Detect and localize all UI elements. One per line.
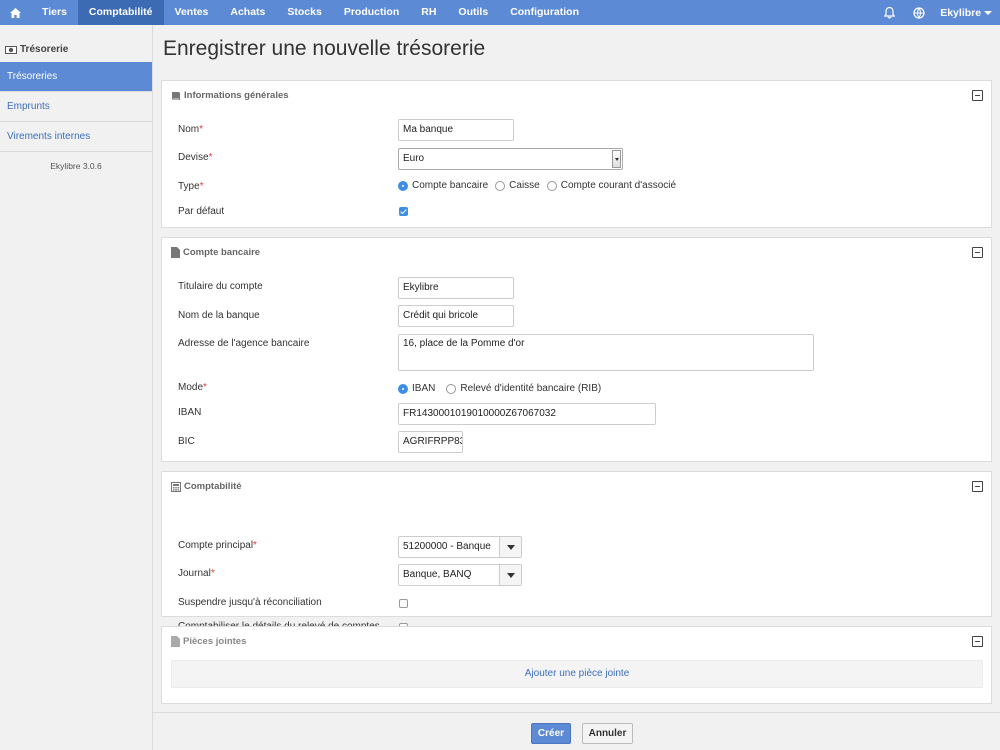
mode-label: Mode* [178,382,207,393]
form-footer-divider [153,712,1000,713]
dropdown-arrow-icon[interactable] [499,565,521,585]
document-icon [171,247,180,258]
panel-title: Informations générales [184,90,289,101]
panel-header: Comptabilité [171,481,242,492]
par-defaut-label: Par défaut [178,206,225,217]
nav-outils[interactable]: Outils [447,0,499,25]
panel-title: Comptabilité [184,481,242,492]
create-button[interactable]: Créer [531,723,571,744]
mode-radio-group: IBAN Relevé d'identité bancaire (RIB) [398,383,608,394]
panel-title: Compte bancaire [183,247,261,258]
type-label: Type* [178,181,204,192]
panel-compte-bancaire: Compte bancaire Titulaire du compte Ekyl… [161,237,992,462]
adresse-label: Adresse de l'agence bancaire [178,338,310,349]
nav-achats[interactable]: Achats [219,0,276,25]
notifications-button[interactable] [874,0,904,25]
radio-selected[interactable] [398,383,408,394]
journal-combobox[interactable]: Banque, BANQ [398,564,522,586]
devise-select[interactable]: Euro [398,148,623,170]
iban-input[interactable]: FR1430001019010000Z67067032 [398,403,656,425]
iban-label: IBAN [178,407,202,418]
type-option-caisse[interactable]: Caisse [495,180,540,191]
radio-unselected[interactable] [446,383,457,394]
nav-stocks[interactable]: Stocks [276,0,332,25]
type-option-compte-courant[interactable]: Compte courant d'associé [546,180,676,191]
collapse-button[interactable] [972,481,983,492]
sidebar-item-tresoreries[interactable]: Trésoreries [0,62,152,92]
panel-header: Pièces jointes [171,636,246,647]
user-name: Ekylibre [940,6,982,19]
panel-comptabilite: Comptabilité Compte principal* 51200000 … [161,471,992,632]
collapse-button[interactable] [972,636,983,647]
home-icon [10,7,21,18]
journal-value: Banque, BANQ [403,569,472,580]
treasury-icon [5,45,17,54]
compte-principal-combobox[interactable]: 51200000 - Banque [398,536,522,558]
nav-right-area: Ekylibre [874,0,1000,25]
nav-configuration[interactable]: Configuration [499,0,590,25]
main-content: Enregistrer une nouvelle trésorerie Info… [153,25,1000,750]
add-attachment-link[interactable]: Ajouter une pièce jointe [171,660,983,688]
nav-comptabilite[interactable]: Comptabilité [77,0,164,25]
titulaire-input[interactable]: Ekylibre [398,277,514,299]
nom-input[interactable]: Ma banque [398,119,514,141]
journal-label: Journal* [178,568,215,579]
bic-input[interactable]: AGRIFRPP83: [398,431,463,453]
adresse-textarea[interactable]: 16, place de la Pomme d'or [398,334,814,371]
nom-banque-input[interactable]: Crédit qui bricole [398,305,514,327]
app-version: Ekylibre 3.0.6 [50,161,102,171]
dropdown-arrow-icon[interactable] [499,537,521,557]
mode-option-rib[interactable]: Relevé d'identité bancaire (RIB) [446,383,601,394]
nom-banque-label: Nom de la banque [178,310,260,321]
sidebar-title: Trésorerie [0,25,152,62]
collapse-button[interactable] [972,90,983,101]
compte-principal-value: 51200000 - Banque [403,541,491,552]
sidebar-item-virements-internes[interactable]: Virements internes [0,122,152,152]
globe-icon [913,6,925,19]
suspendre-label: Suspendre jusqu'à réconciliation [178,597,322,608]
language-button[interactable] [904,0,934,25]
sidebar-title-label: Trésorerie [20,44,69,55]
home-button[interactable] [0,0,31,25]
panel-title: Pièces jointes [183,636,247,647]
top-navigation-bar: Tiers Comptabilité Ventes Achats Stocks … [0,0,1000,25]
radio-unselected[interactable] [546,180,557,191]
select-arrow-icon [612,150,621,168]
radio-selected[interactable] [398,180,408,191]
devise-label: Devise* [178,152,213,163]
panel-header: Compte bancaire [171,247,260,258]
panel-pieces-jointes: Pièces jointes Ajouter une pièce jointe [161,626,992,704]
bic-label: BIC [178,436,195,447]
attachment-icon [171,636,180,647]
mode-option-iban[interactable]: IBAN [398,383,435,394]
cancel-button[interactable]: Annuler [582,723,633,744]
bell-icon [883,6,895,19]
nav-production[interactable]: Production [333,0,410,25]
sidebar-item-emprunts[interactable]: Emprunts [0,92,152,122]
nav-rh[interactable]: RH [410,0,447,25]
panel-header: Informations générales [171,90,289,101]
nav-tiers[interactable]: Tiers [31,0,78,25]
collapse-button[interactable] [972,247,983,258]
nom-label: Nom* [178,124,204,135]
sidebar: Trésorerie Trésoreries Emprunts Virement… [0,25,153,750]
user-menu[interactable]: Ekylibre [934,7,1000,19]
devise-selected-value: Euro [403,153,425,164]
panel-informations-generales: Informations générales Nom* Ma banque De… [161,80,992,228]
calculator-icon [171,481,181,492]
type-radio-group: Compte bancaire Caisse Compte courant d'… [398,180,683,191]
chevron-down-icon [984,10,992,15]
titulaire-label: Titulaire du compte [178,281,263,292]
par-defaut-checkbox[interactable] [399,207,408,216]
book-icon [172,91,180,100]
compte-principal-label: Compte principal* [178,540,257,551]
page-title: Enregistrer une nouvelle trésorerie [163,37,486,60]
type-option-compte-bancaire[interactable]: Compte bancaire [398,180,488,191]
nav-ventes[interactable]: Ventes [164,0,220,25]
radio-unselected[interactable] [495,180,506,191]
suspendre-checkbox[interactable] [399,599,408,608]
